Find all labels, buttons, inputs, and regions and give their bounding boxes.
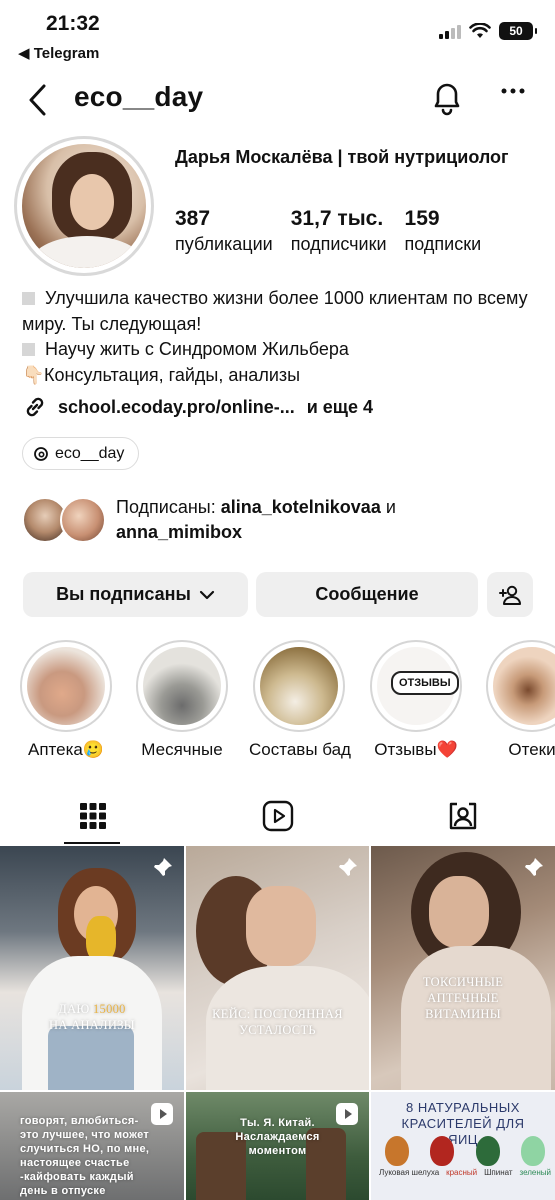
post-thumbnail[interactable]: КЕЙС: ПОСТОЯННАЯ УСТАЛОСТЬ bbox=[186, 846, 369, 1090]
signal-icon bbox=[439, 23, 461, 39]
profile-header: eco__day bbox=[0, 78, 555, 120]
status-bar: 21:32 ◀ Telegram 50 bbox=[0, 0, 555, 70]
avatar-image bbox=[22, 144, 146, 268]
highlight-label: Месячные bbox=[141, 740, 223, 759]
bio-line-2: Научу жить с Синдромом Жильбера bbox=[22, 337, 542, 363]
follower-avatar bbox=[60, 497, 106, 543]
back-chevron-icon[interactable] bbox=[26, 82, 50, 118]
battery-icon: 50 bbox=[499, 22, 537, 40]
stat-followers[interactable]: 31,7 тыс. подписчики bbox=[291, 206, 387, 256]
profile-full-name: Дарья Москалёва | твой нутрициолог bbox=[175, 147, 509, 167]
threads-handle: eco__day bbox=[55, 444, 125, 462]
post-caption: ДАЮ 15000 НА АНАЛИЗЫ bbox=[49, 1002, 135, 1032]
post-caption: КЕЙС: ПОСТОЯННАЯ УСТАЛОСТЬ bbox=[212, 1007, 343, 1037]
highlight-item[interactable]: ОТЗЫВЫ Отзывы❤️ bbox=[366, 640, 466, 760]
stat-followers-value: 31,7 тыс. bbox=[290, 207, 384, 230]
pin-icon bbox=[152, 858, 172, 878]
bio-link-more[interactable]: и еще 4 bbox=[307, 397, 373, 418]
post-caption: Ты. Я. Китай. Наслаждаемся моментом bbox=[235, 1117, 320, 1157]
highlight-item[interactable]: Отеки bbox=[482, 640, 555, 760]
stat-following-label: подписки bbox=[404, 234, 482, 254]
bell-icon[interactable] bbox=[430, 80, 464, 116]
pin-icon bbox=[523, 858, 543, 878]
highlight-item[interactable]: Составы бад bbox=[249, 640, 351, 760]
post-thumbnail[interactable]: 8 НАТУРАЛЬНЫХ КРАСИТЕЛЕЙ ДЛЯ ЯИЦ Луковая… bbox=[371, 1092, 555, 1200]
stat-followers-label: подписчики bbox=[290, 234, 387, 254]
profile-tabs bbox=[0, 788, 555, 844]
square-bullet-icon bbox=[22, 343, 35, 356]
stat-posts-label: публикации bbox=[175, 234, 273, 254]
threads-chip[interactable]: eco__day bbox=[22, 437, 140, 470]
highlight-label: Отеки bbox=[508, 740, 555, 759]
bio-link-row[interactable]: school.ecoday.pro/online-... и еще 4 bbox=[22, 394, 373, 420]
more-icon[interactable] bbox=[500, 86, 526, 96]
highlight-cover bbox=[143, 647, 221, 725]
highlight-cover bbox=[260, 647, 338, 725]
add-person-icon bbox=[499, 585, 521, 605]
eggs-illustration bbox=[385, 1136, 545, 1166]
reels-icon bbox=[262, 800, 293, 832]
post-thumbnail[interactable]: говорят, влюбиться-это лучшее, что может… bbox=[0, 1092, 184, 1200]
highlight-item[interactable]: Аптека🥲 bbox=[16, 640, 116, 760]
highlight-cover bbox=[27, 647, 105, 725]
add-person-button[interactable] bbox=[487, 572, 533, 617]
stat-following[interactable]: 159 подписки bbox=[405, 206, 482, 256]
stat-posts[interactable]: 387 публикации bbox=[175, 206, 273, 256]
square-bullet-icon bbox=[22, 292, 35, 305]
stat-posts-value: 387 bbox=[175, 207, 211, 230]
post-thumbnail[interactable]: ДАЮ 15000 НА АНАЛИЗЫ bbox=[0, 846, 184, 1090]
highlight-label: Аптека🥲 bbox=[27, 740, 105, 759]
bio-line-3: 👇🏻Консультация, гайды, анализы bbox=[22, 363, 542, 389]
active-tab-indicator bbox=[64, 842, 120, 844]
followed-by[interactable]: Подписаны: alina_kotelnikovaa и anna_mim… bbox=[22, 495, 542, 547]
pin-icon bbox=[337, 858, 357, 878]
highlight-cover bbox=[493, 647, 555, 725]
posts-grid: ДАЮ 15000 НА АНАЛИЗЫ КЕЙС: ПОСТОЯННАЯ УСТ… bbox=[0, 846, 555, 1200]
status-time: 21:32 bbox=[46, 12, 100, 35]
profile-bio: Улучшила качество жизни более 1000 клиен… bbox=[22, 286, 542, 388]
post-caption: ТОКСИЧНЫЕ АПТЕЧНЫЕ ВИТАМИНЫ bbox=[422, 975, 504, 1021]
post-thumbnail[interactable]: ТОКСИЧНЫЕ АПТЕЧНЫЕ ВИТАМИНЫ bbox=[371, 846, 555, 1090]
followed-by-text: Подписаны: alina_kotelnikovaa и anna_mim… bbox=[116, 497, 396, 542]
bio-line-1: Улучшила качество жизни более 1000 клиен… bbox=[22, 288, 528, 334]
wifi-icon bbox=[469, 23, 491, 38]
link-icon bbox=[26, 397, 44, 417]
egg-labels: Луковая шелуха красный Шпинат зеленый bbox=[379, 1168, 551, 1177]
highlight-cover-text: ОТЗЫВЫ bbox=[391, 671, 459, 695]
grid-icon bbox=[79, 803, 106, 829]
hand-pointing-down-icon: 👇🏻 bbox=[22, 364, 45, 385]
post-thumbnail[interactable]: Ты. Я. Китай. Наслаждаемся моментом bbox=[186, 1092, 369, 1200]
highlight-cover: ОТЗЫВЫ bbox=[377, 647, 459, 725]
chevron-down-icon bbox=[199, 590, 215, 599]
profile-username: eco__day bbox=[74, 81, 204, 112]
tab-tagged[interactable] bbox=[370, 788, 555, 844]
highlight-item[interactable]: Месячные bbox=[132, 640, 232, 760]
highlight-label: Составы бад bbox=[249, 740, 351, 759]
highlight-label: Отзывы❤️ bbox=[374, 740, 458, 759]
stat-following-value: 159 bbox=[404, 207, 440, 230]
profile-avatar[interactable] bbox=[14, 136, 154, 276]
tab-reels[interactable] bbox=[185, 788, 370, 844]
profile-stats: 387 публикации 31,7 тыс. подписчики 159 … bbox=[175, 206, 545, 256]
subscribed-button[interactable]: Вы подписаны bbox=[23, 572, 248, 617]
status-icons: 50 bbox=[439, 22, 537, 40]
bio-link-url[interactable]: school.ecoday.pro/online-... bbox=[58, 397, 295, 418]
post-caption: говорят, влюбиться-это лучшее, что может… bbox=[20, 1115, 150, 1197]
tagged-icon bbox=[449, 802, 476, 830]
back-to-telegram-link[interactable]: ◀ Telegram bbox=[18, 44, 99, 62]
threads-icon bbox=[34, 446, 48, 461]
message-button[interactable]: Сообщение bbox=[256, 572, 478, 617]
story-highlights: Аптека🥲 Месячные Составы бад ОТЗЫВЫ Отзы… bbox=[0, 640, 555, 770]
tab-grid[interactable] bbox=[0, 788, 185, 844]
